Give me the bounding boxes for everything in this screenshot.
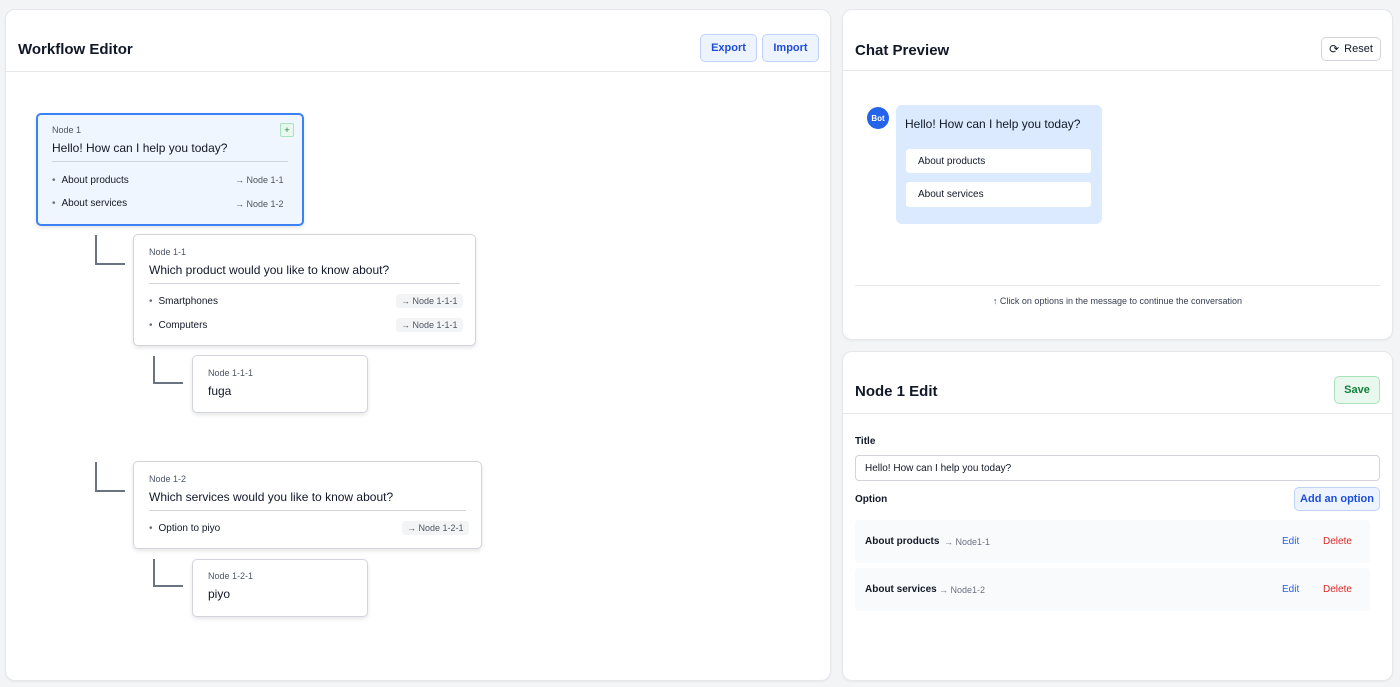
node-divider [149, 283, 460, 284]
node-option-label: Smartphones [158, 296, 218, 307]
option-row: About products → Node1-1 Edit Delete [855, 520, 1370, 563]
node-title: piyo [208, 587, 231, 601]
node-option-label: About services [61, 198, 128, 209]
edit-option-button[interactable]: Edit [1282, 584, 1299, 595]
node-edit-panel: Node 1 Edit Save Title Option Add an opt… [842, 351, 1393, 681]
node-option-label: Computers [158, 320, 208, 331]
option-row-link: → Node1-2 [939, 585, 986, 595]
chat-option-button[interactable]: About products [905, 148, 1092, 174]
save-button[interactable]: Save [1334, 376, 1380, 404]
title-label: Title [855, 436, 876, 447]
workflow-editor-title: Workflow Editor [18, 41, 133, 58]
chat-hint: ↑ Click on options in the message to con… [992, 296, 1243, 306]
tree-connector [153, 356, 183, 384]
node-option[interactable]: • Option to piyo [149, 523, 220, 534]
node-id: Node 1-2 [149, 474, 187, 484]
node-id: Node 1 [52, 125, 82, 135]
chat-option-button[interactable]: About services [905, 181, 1092, 208]
tree-connector [95, 235, 125, 265]
tree-connector [95, 462, 125, 492]
bullet: • [52, 175, 56, 186]
node-edit-title: Node 1 Edit [855, 383, 938, 400]
workflow-node-1-2-1[interactable]: Node 1-2-1 piyo [192, 559, 368, 617]
node-title: fuga [208, 384, 232, 398]
node-option-label: About products [61, 175, 129, 186]
node-option[interactable]: • Computers [149, 320, 207, 331]
title-input[interactable] [855, 455, 1380, 481]
export-button[interactable]: Export [700, 34, 757, 62]
chat-divider [855, 285, 1380, 286]
option-label: Option [855, 494, 888, 505]
node-option[interactable]: • About services [52, 198, 127, 209]
workflow-node-1[interactable]: Node 1 + Hello! How can I help you today… [36, 113, 304, 226]
bullet: • [149, 523, 153, 534]
node-option[interactable]: • Smartphones [149, 296, 218, 307]
node-option-label: Option to piyo [158, 523, 221, 534]
option-row-label: About services [865, 584, 937, 595]
option-row-link: → Node1-1 [944, 537, 991, 547]
node-divider [52, 161, 288, 162]
chat-message-bubble: Hello! How can I help you today? About p… [896, 105, 1102, 224]
bullet: • [52, 198, 56, 209]
workflow-node-1-1-1[interactable]: Node 1-1-1 fuga [192, 355, 368, 413]
workflow-editor-panel: Workflow Editor Export Import Node 1 + H… [5, 9, 831, 681]
workflow-node-1-2[interactable]: Node 1-2 Which services would you like t… [133, 461, 482, 549]
add-child-button[interactable]: + [280, 123, 294, 137]
chat-preview-header: Chat Preview ⟳ Reset [843, 10, 1392, 71]
node-option-link[interactable]: → Node 1-1 [230, 173, 289, 187]
node-option-link[interactable]: → Node 1-1-1 [396, 318, 463, 332]
node-option-link[interactable]: → Node 1-1-1 [396, 294, 463, 308]
node-option-link[interactable]: → Node 1-2 [230, 197, 289, 211]
chat-message-text: Hello! How can I help you today? [905, 117, 1081, 131]
workflow-node-1-1[interactable]: Node 1-1 Which product would you like to… [133, 234, 476, 346]
node-id: Node 1-1-1 [208, 368, 254, 378]
option-row: About services → Node1-2 Edit Delete [855, 568, 1370, 611]
node-option[interactable]: • About products [52, 175, 129, 186]
node-id: Node 1-1 [149, 247, 187, 257]
node-title: Which product would you like to know abo… [149, 263, 390, 277]
node-option-link[interactable]: → Node 1-2-1 [402, 521, 469, 535]
node-id: Node 1-2-1 [208, 571, 254, 581]
reset-button[interactable]: ⟳ Reset [1321, 37, 1381, 61]
chat-preview-panel: Chat Preview ⟳ Reset Bot Hello! How can … [842, 9, 1393, 340]
node-edit-header: Node 1 Edit Save [843, 352, 1392, 414]
chat-preview-title: Chat Preview [855, 42, 950, 59]
workflow-editor-header: Workflow Editor Export Import [6, 10, 830, 72]
tree-connector [153, 559, 183, 587]
edit-option-button[interactable]: Edit [1282, 536, 1299, 547]
bot-avatar: Bot [867, 107, 889, 129]
bullet: • [149, 296, 153, 307]
option-row-label: About products [865, 536, 940, 547]
reset-label: Reset [1344, 43, 1373, 55]
import-button[interactable]: Import [762, 34, 819, 62]
refresh-icon: ⟳ [1329, 42, 1340, 56]
node-title: Which services would you like to know ab… [149, 490, 394, 504]
node-title: Hello! How can I help you today? [52, 141, 228, 155]
delete-option-button[interactable]: Delete [1323, 536, 1352, 547]
add-option-button[interactable]: Add an option [1294, 487, 1380, 511]
node-divider [149, 510, 466, 511]
bullet: • [149, 320, 153, 331]
delete-option-button[interactable]: Delete [1323, 584, 1352, 595]
